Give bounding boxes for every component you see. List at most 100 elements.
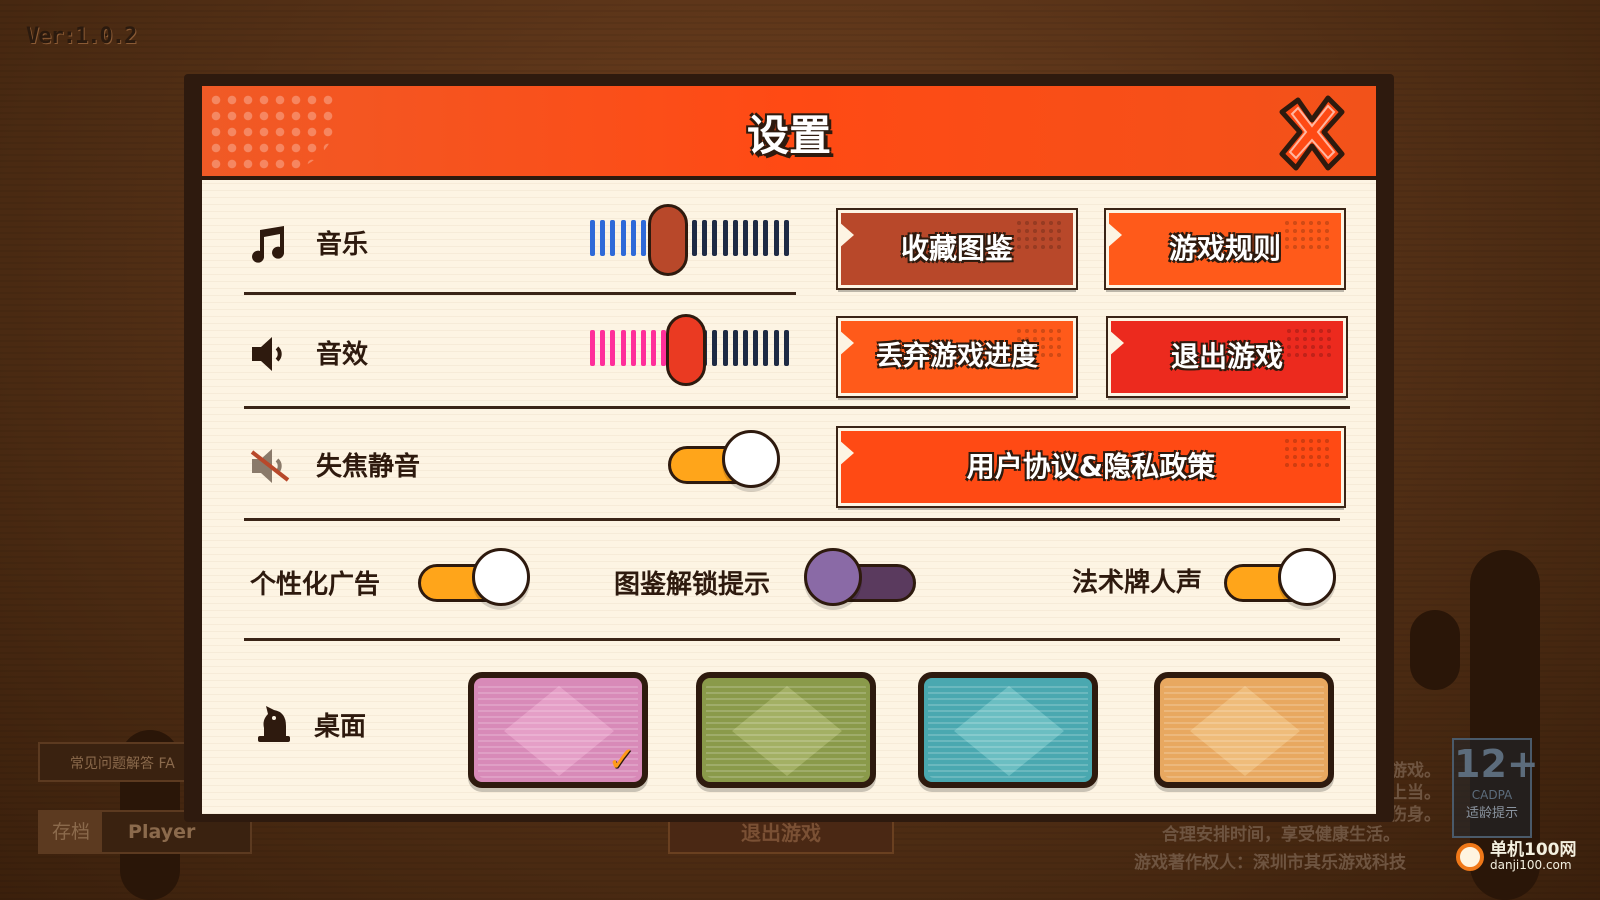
sfx-slider[interactable] (590, 314, 794, 386)
settings-title: 设置 (746, 111, 831, 160)
slider-segment (732, 330, 738, 366)
slider-segment (763, 220, 769, 256)
slider-segment (620, 220, 626, 256)
toggle-thumb (722, 430, 780, 488)
slider-segment (590, 330, 595, 366)
toggle-thumb (1278, 548, 1336, 606)
slider-segment (651, 330, 657, 366)
slider-segment (743, 220, 748, 256)
table-cover-pink[interactable]: ✓ (468, 672, 648, 788)
chess-knight-icon (252, 700, 296, 744)
codex-button-label: 收藏图鉴 (900, 232, 1013, 265)
tile-inner (706, 682, 866, 778)
abandon-button-label: 丢弃游戏进度 (876, 341, 1038, 372)
focus-mute-toggle[interactable] (668, 430, 780, 488)
notice-line-5: 游戏著作权人：深圳市其乐游戏科技 (1134, 853, 1406, 873)
age-rating-badge: 12+ CADPA 适龄提示 (1452, 738, 1539, 838)
button-dot-pattern (1015, 327, 1065, 357)
music-note-icon (248, 222, 292, 266)
slider-segment (610, 220, 616, 256)
divider-focus (244, 518, 1340, 521)
abandon-progress-button[interactable]: 丢弃游戏进度 (836, 316, 1078, 398)
button-dot-pattern (1283, 219, 1333, 249)
table-cover-olive[interactable] (696, 672, 876, 788)
slider-segment (773, 220, 779, 256)
quit-game-button[interactable]: 退出游戏 (1106, 316, 1348, 398)
button-dot-pattern (1015, 219, 1065, 249)
slider-segment (712, 330, 718, 366)
slider-segment (600, 220, 606, 256)
slider-segment (732, 220, 738, 256)
slider-segment (753, 220, 759, 256)
tile-inner (1164, 682, 1324, 778)
slider-knob[interactable] (647, 204, 688, 276)
watermark-main: 单机100网 (1490, 840, 1577, 860)
slider-segment (753, 330, 759, 366)
settings-modal: 设置 音乐 音效 失焦静音 个性化广告 图鉴解锁提示 法术牌人声 桌面 ✓ 收藏… (184, 74, 1394, 822)
muted-speaker-icon (248, 444, 292, 488)
slider-segment (773, 330, 779, 366)
focus-mute-label: 失焦静音 (316, 452, 421, 482)
divider-music (244, 292, 796, 295)
table-cover-peach[interactable] (1154, 672, 1334, 788)
tile-inner (928, 682, 1088, 778)
slider-segment (630, 220, 636, 256)
slider-segment (590, 220, 595, 256)
slider-segment (743, 330, 748, 366)
spell-voice-label: 法术牌人声 (1072, 568, 1203, 598)
site-watermark: 单机100网 danji100.com (1456, 842, 1577, 871)
slider-knob[interactable] (665, 314, 706, 386)
watermark-sub: danji100.com (1490, 858, 1572, 872)
spell-voice-toggle[interactable] (1224, 548, 1336, 606)
personal-ads-toggle[interactable] (418, 548, 530, 606)
cactus-arm (1410, 610, 1460, 690)
personal-ads-label: 个性化广告 (250, 570, 381, 600)
age-label: 适龄提示 (1465, 806, 1518, 821)
watermark-logo-icon (1456, 842, 1484, 871)
agreement-button[interactable]: 用户协议&隐私政策 (836, 426, 1346, 508)
settings-header: 设置 (202, 86, 1376, 180)
codex-hint-toggle[interactable] (804, 548, 916, 606)
button-dot-pattern (1285, 327, 1335, 357)
slider-segment (641, 220, 646, 256)
slider-segment (783, 330, 789, 366)
quit-button-label: 退出游戏 (1170, 340, 1283, 373)
agreement-button-label: 用户协议&隐私政策 (966, 450, 1216, 483)
table-label: 桌面 (314, 712, 367, 742)
sfx-label: 音效 (316, 340, 369, 370)
slider-segment (600, 330, 606, 366)
slider-segment (641, 330, 646, 366)
codex-hint-label: 图鉴解锁提示 (614, 570, 771, 600)
notice-line-4: 合理安排时间，享受健康生活。 (1162, 825, 1400, 845)
slider-segment (722, 330, 728, 366)
save-tag: 存档 (40, 812, 103, 852)
button-dot-pattern (1283, 437, 1333, 467)
faq-button[interactable]: 常见问题解答 FA (38, 742, 198, 782)
selected-check-icon: ✓ (607, 740, 637, 780)
close-icon (1279, 95, 1345, 171)
settings-panel: 设置 音乐 音效 失焦静音 个性化广告 图鉴解锁提示 法术牌人声 桌面 ✓ 收藏… (202, 86, 1376, 814)
version-label: Ver:1.0.2 (26, 24, 137, 49)
music-slider[interactable] (590, 204, 794, 276)
slider-segment (620, 330, 626, 366)
player-name: Player (128, 821, 196, 843)
rules-button[interactable]: 游戏规则 (1104, 208, 1346, 290)
codex-button[interactable]: 收藏图鉴 (836, 208, 1078, 290)
speaker-icon (248, 332, 292, 376)
slider-segment (630, 330, 636, 366)
slider-segment (610, 330, 616, 366)
slider-segment (722, 220, 728, 256)
slider-segment (692, 220, 697, 256)
divider-toggles (244, 638, 1340, 641)
toggle-thumb (804, 548, 862, 606)
slider-segment (702, 220, 708, 256)
rules-button-label: 游戏规则 (1168, 232, 1281, 265)
table-cover-teal[interactable] (918, 672, 1098, 788)
age-rating: 12+ (1454, 742, 1539, 786)
toggle-thumb (472, 548, 530, 606)
divider-sfx (244, 406, 1350, 409)
slider-segment (783, 220, 789, 256)
slider-segment (763, 330, 769, 366)
close-button[interactable] (1276, 92, 1346, 172)
age-org: CADPA (1471, 788, 1513, 802)
